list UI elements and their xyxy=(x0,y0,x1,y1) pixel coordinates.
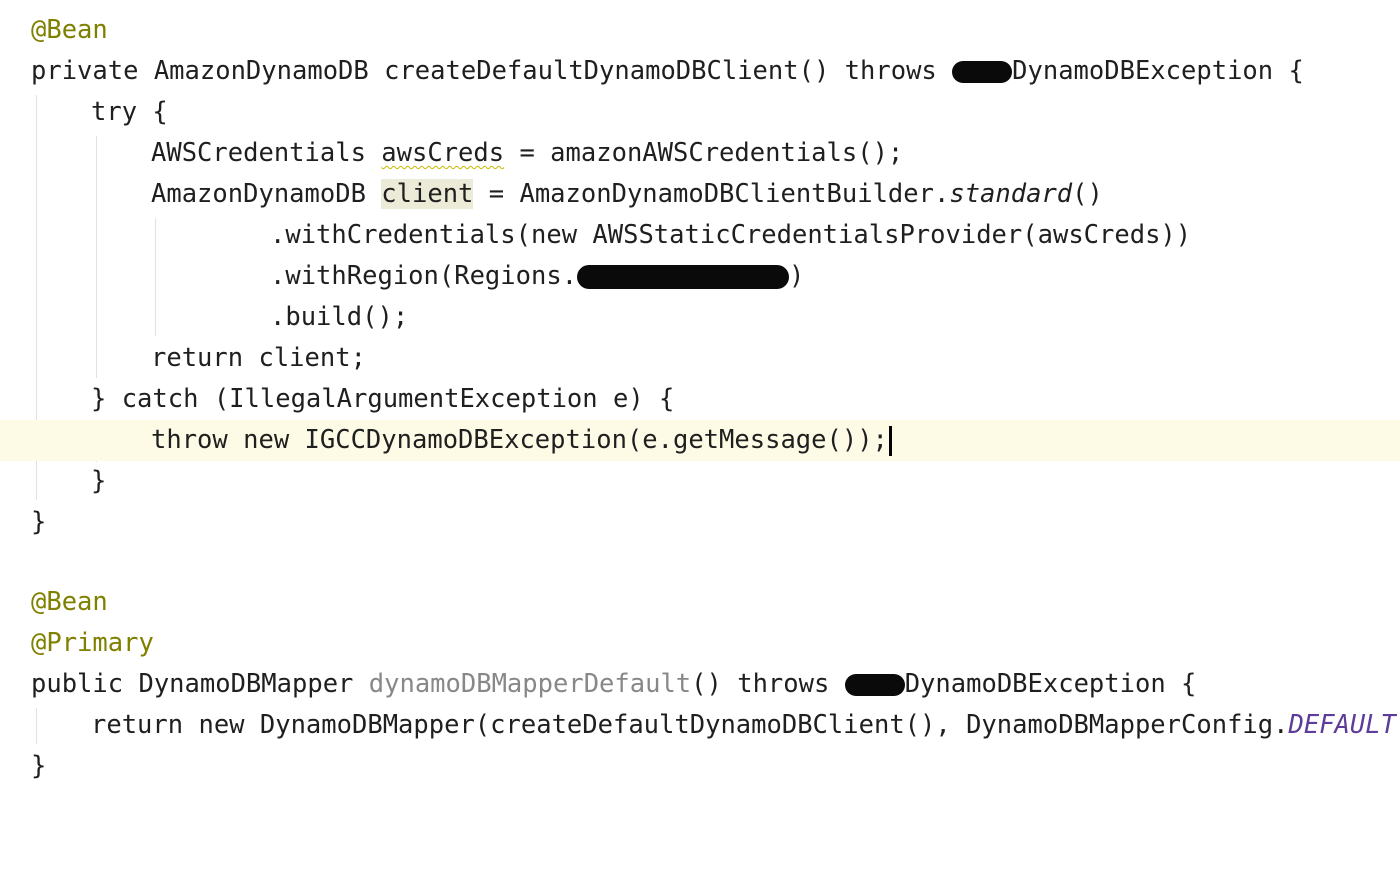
close-paren: ) xyxy=(789,261,805,291)
redacted-text xyxy=(577,265,790,289)
code-line-12[interactable]: } xyxy=(0,461,1400,502)
type-name: AmazonDynamoDB xyxy=(151,179,382,209)
assignment: = amazonAWSCredentials(); xyxy=(504,138,904,168)
method-modifiers: public DynamoDBMapper xyxy=(31,669,369,699)
throw-statement: throw new IGCCDynamoDBException(e.getMes… xyxy=(151,425,888,455)
code-line-17[interactable]: return new DynamoDBMapper(createDefaultD… xyxy=(0,705,1400,746)
method-signature: private AmazonDynamoDB createDefaultDyna… xyxy=(31,56,953,86)
call-parens: () xyxy=(1072,179,1103,209)
code-line-9[interactable]: return client; xyxy=(0,338,1400,379)
annotation-primary: @Primary xyxy=(31,628,154,658)
closing-brace: } xyxy=(31,751,47,781)
method-name-unused: dynamoDBMapperDefault xyxy=(368,669,692,699)
code-line-10[interactable]: } catch (IllegalArgumentException e) { xyxy=(0,379,1400,420)
code-line-11-current[interactable]: throw new IGCCDynamoDBException(e.getMes… xyxy=(0,420,1400,461)
code-line-15[interactable]: @Primary xyxy=(0,623,1400,664)
code-editor[interactable]: @Bean private AmazonDynamoDB createDefau… xyxy=(0,0,1400,793)
closing-brace: } xyxy=(31,507,47,537)
return-statement: return client; xyxy=(151,343,366,373)
variable-awscreds: awsCreds xyxy=(381,138,505,168)
code-line-13[interactable]: } xyxy=(0,502,1400,543)
annotation-bean: @Bean xyxy=(31,587,108,617)
code-line-2[interactable]: private AmazonDynamoDB createDefaultDyna… xyxy=(0,51,1400,92)
close-call: ); xyxy=(1396,710,1400,740)
code-line-7[interactable]: .withRegion(Regions.) xyxy=(0,256,1400,297)
code-line-18[interactable]: } xyxy=(0,746,1400,787)
throws-clause: () throws xyxy=(691,669,845,699)
exception-type: DynamoDBException { xyxy=(904,669,1197,699)
code-line-14[interactable]: @Bean xyxy=(0,582,1400,623)
annotation-bean: @Bean xyxy=(31,15,108,45)
variable-client-highlighted: client xyxy=(381,179,474,209)
with-region-call: .withRegion(Regions. xyxy=(270,261,578,291)
code-line-3[interactable]: try { xyxy=(0,92,1400,133)
static-method-standard: standard xyxy=(949,179,1073,209)
try-statement: try { xyxy=(91,97,168,127)
redacted-text xyxy=(952,61,1013,83)
closing-brace: } xyxy=(91,466,107,496)
code-line-16[interactable]: public DynamoDBMapper dynamoDBMapperDefa… xyxy=(0,664,1400,705)
constant-default: DEFAULT xyxy=(1288,710,1396,740)
redacted-text xyxy=(844,674,905,696)
exception-type: DynamoDBException { xyxy=(1012,56,1304,86)
code-line-8[interactable]: .build(); xyxy=(0,297,1400,338)
with-credentials-call: .withCredentials(new AWSStaticCredential… xyxy=(270,220,1192,250)
catch-clause: } catch (IllegalArgumentException e) { xyxy=(91,384,675,414)
text-caret xyxy=(888,426,892,456)
type-name: AWSCredentials xyxy=(151,138,382,168)
code-line-4[interactable]: AWSCredentials awsCreds = amazonAWSCrede… xyxy=(0,133,1400,174)
code-line-1[interactable]: @Bean xyxy=(0,10,1400,51)
assignment: = AmazonDynamoDBClientBuilder. xyxy=(473,179,950,209)
code-line-6[interactable]: .withCredentials(new AWSStaticCredential… xyxy=(0,215,1400,256)
build-call: .build(); xyxy=(270,302,409,332)
return-new-mapper: return new DynamoDBMapper(createDefaultD… xyxy=(91,710,1289,740)
code-line-5[interactable]: AmazonDynamoDB client = AmazonDynamoDBCl… xyxy=(0,174,1400,215)
